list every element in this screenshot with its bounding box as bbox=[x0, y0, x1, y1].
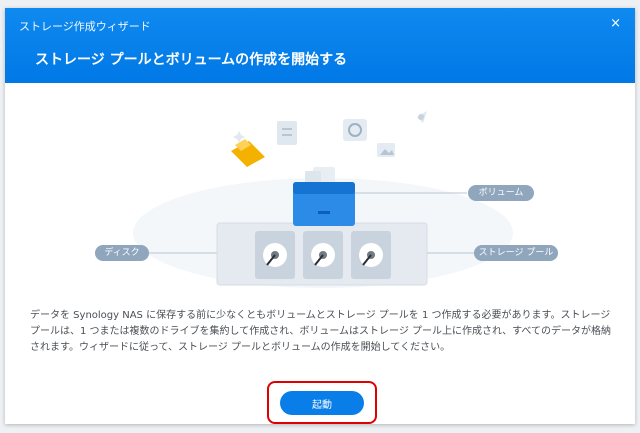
document-icon bbox=[277, 121, 297, 145]
photo-icon bbox=[377, 143, 395, 157]
rocket-icon bbox=[417, 111, 427, 123]
window-title: ストレージ作成ウィザード bbox=[19, 20, 151, 33]
start-button[interactable]: 起動 bbox=[280, 391, 364, 415]
page-title: ストレージ プールとボリュームの作成を開始する bbox=[35, 52, 348, 68]
folder-icon bbox=[231, 139, 265, 167]
disk-icon bbox=[303, 231, 343, 279]
wizard-window: ストレージ作成ウィザード × ストレージ プールとボリュームの作成を開始する ボ… bbox=[5, 8, 635, 424]
storage-illustration: ボリューム ディスク ストレージ プール bbox=[5, 83, 635, 293]
storage-pool-label: ストレージ プール bbox=[474, 245, 558, 261]
close-icon[interactable]: × bbox=[610, 16, 621, 31]
media-disc-icon bbox=[343, 119, 367, 141]
volume-block bbox=[293, 182, 355, 226]
storage-diagram bbox=[133, 111, 513, 288]
disk-icon bbox=[255, 231, 295, 279]
disk-icon bbox=[351, 231, 391, 279]
wizard-header: ストレージ作成ウィザード × ストレージ プールとボリュームの作成を開始する bbox=[5, 8, 635, 83]
volume-label: ボリューム bbox=[468, 185, 534, 201]
disk-label: ディスク bbox=[95, 245, 149, 261]
description-text: データを Synology NAS に保存する前に少なくともボリュームとストレー… bbox=[30, 310, 612, 353]
